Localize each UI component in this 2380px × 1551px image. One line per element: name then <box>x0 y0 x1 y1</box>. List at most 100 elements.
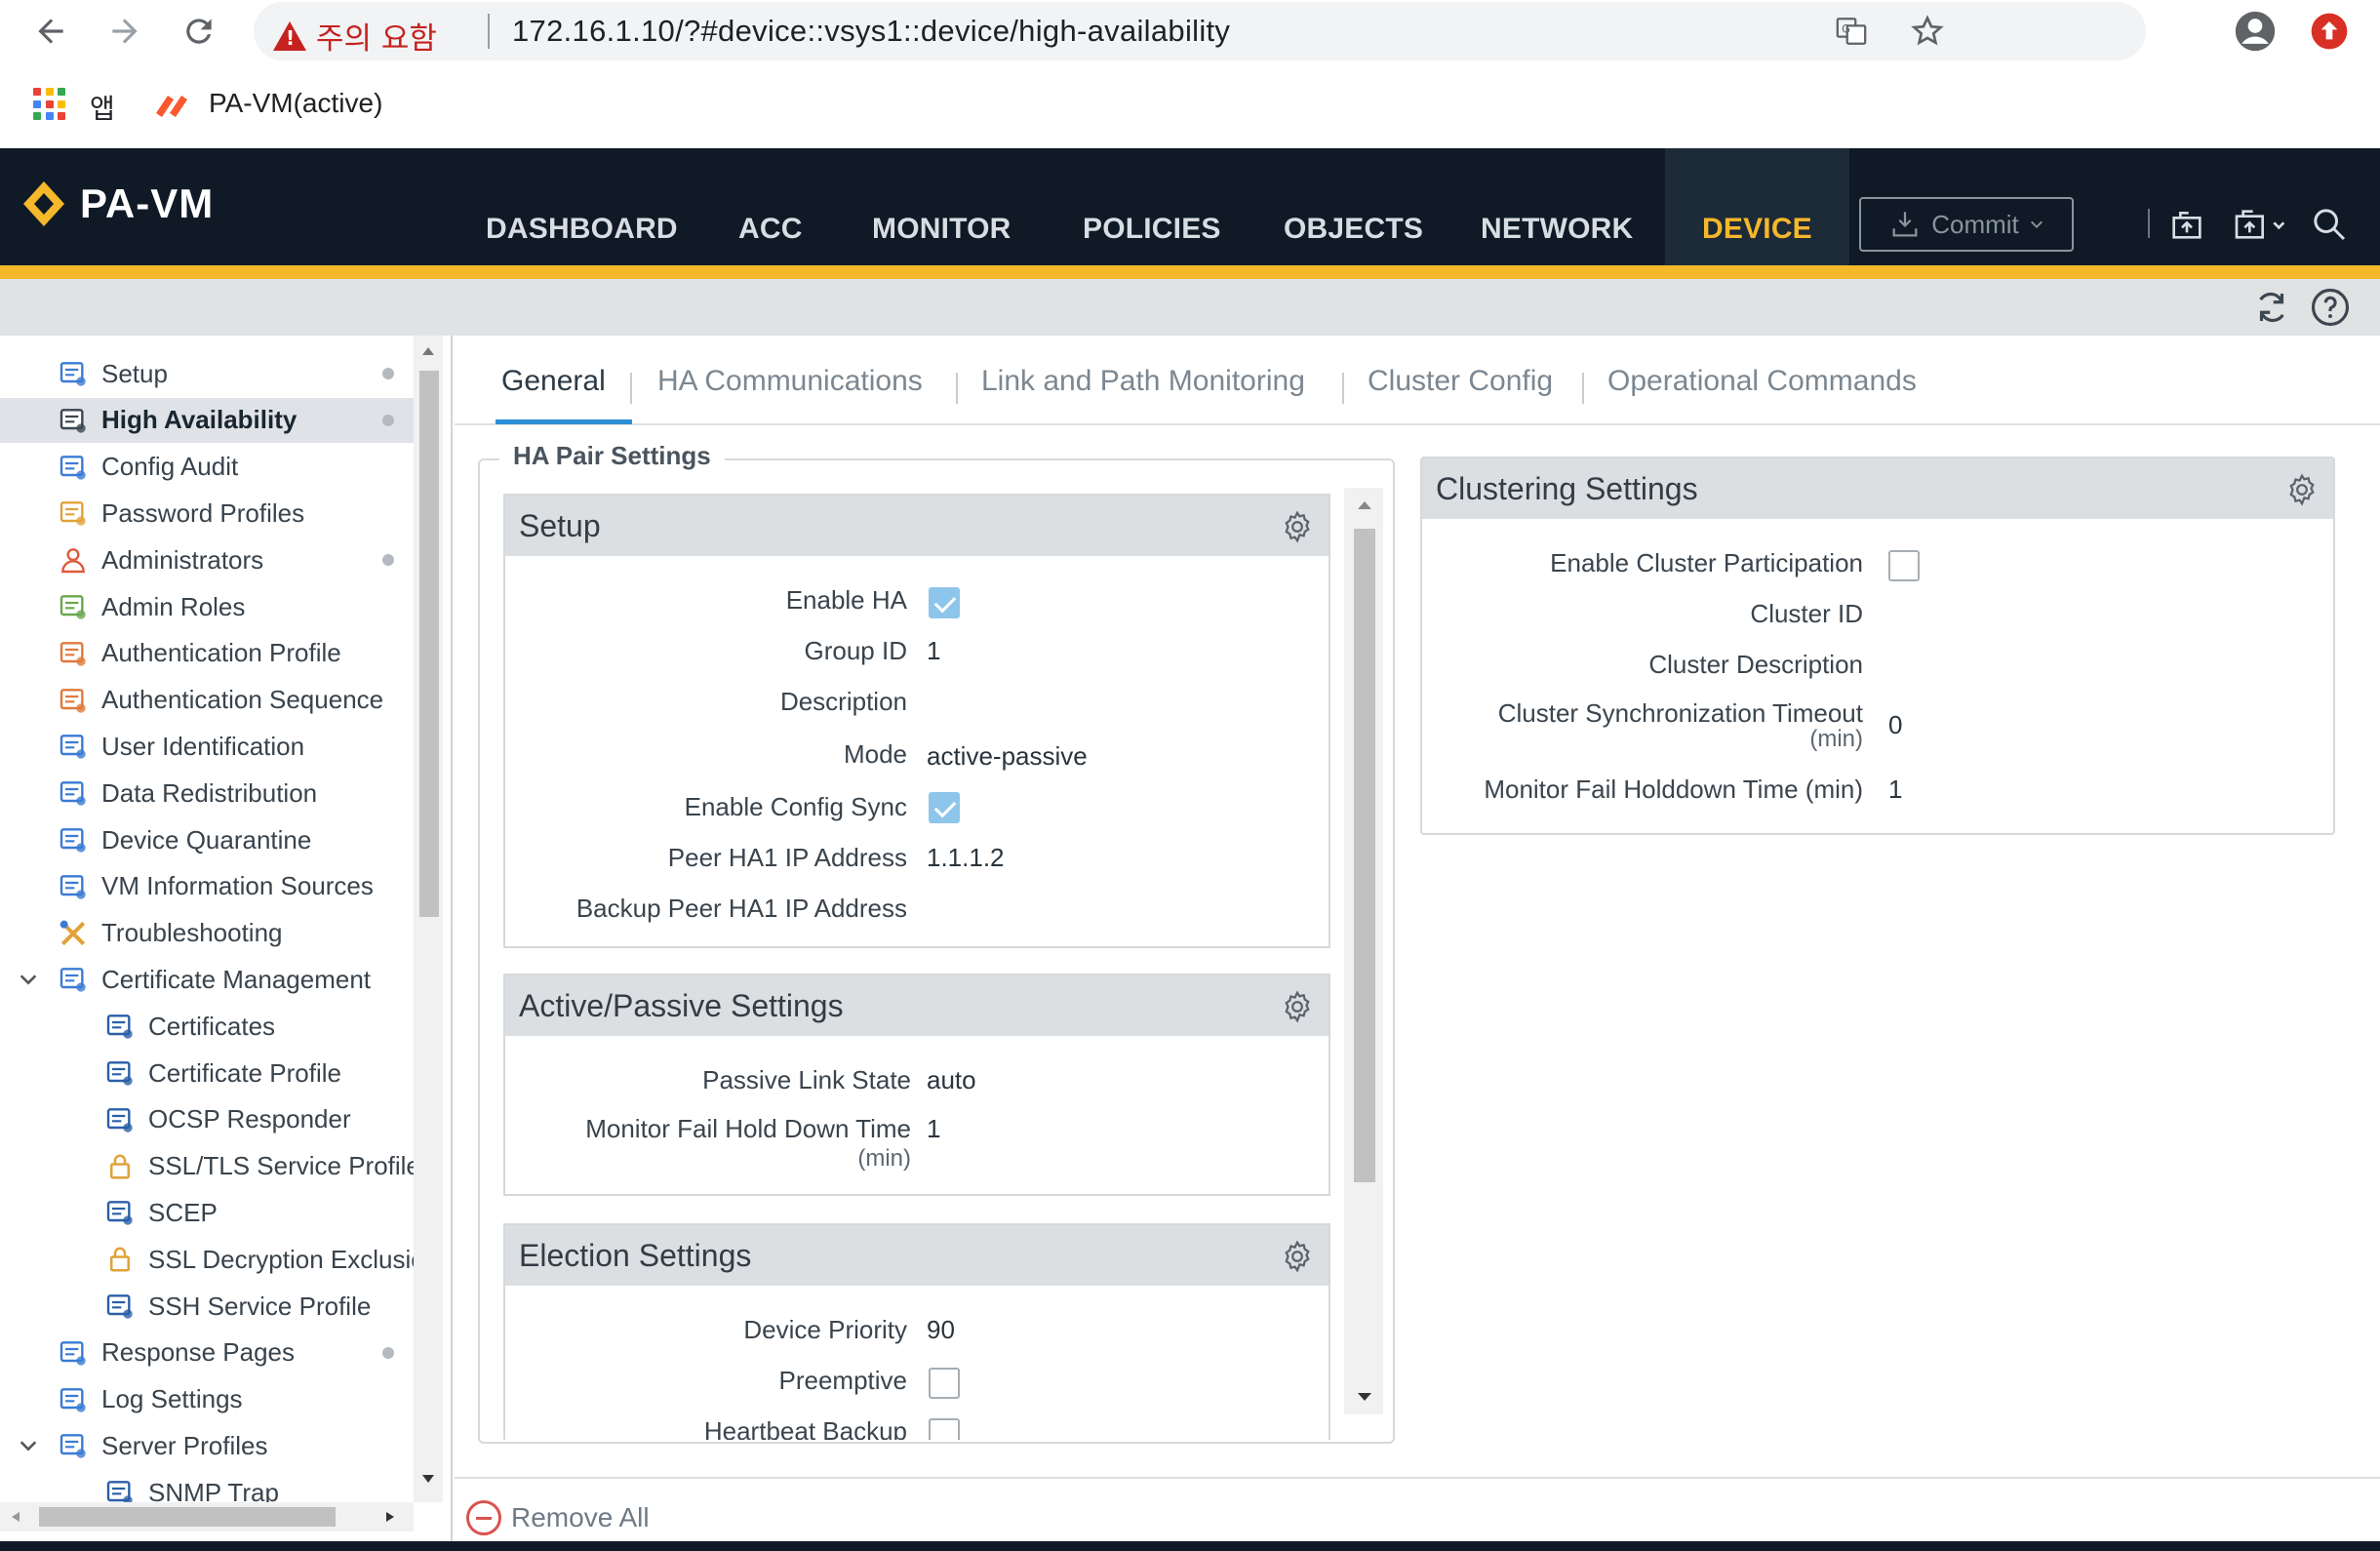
preemptive-checkbox[interactable] <box>929 1368 960 1399</box>
tab-cluster-config[interactable]: Cluster Config <box>1368 365 1553 398</box>
search-icon[interactable] <box>2306 201 2353 248</box>
sidebar-item-log-settings[interactable]: Log Settings <box>0 1377 414 1422</box>
chevron-down-icon[interactable] <box>18 1435 39 1456</box>
config-lock-icon[interactable] <box>2163 201 2210 248</box>
sidebar-item-label: VM Information Sources <box>101 871 374 901</box>
gear-icon[interactable] <box>2284 472 2320 507</box>
svg-text:G: G <box>1842 21 1850 35</box>
forward-icon[interactable] <box>101 8 148 55</box>
sidebar-scroll-thumb[interactable] <box>419 371 439 917</box>
apps-bookmark-label[interactable]: 앱 <box>90 88 115 127</box>
scep-icon <box>101 1194 139 1231</box>
sidebar-item-authentication-profile[interactable]: Authentication Profile <box>0 631 414 676</box>
sidebar-item-authentication-sequence[interactable]: Authentication Sequence <box>0 678 414 723</box>
sidebar-item-setup[interactable]: Setup <box>0 351 414 396</box>
sidebar-item-certificate-management[interactable]: Certificate Management <box>0 957 414 1002</box>
scroll-right-icon[interactable] <box>384 1510 396 1524</box>
status-dot <box>382 414 394 426</box>
commit-button[interactable]: Commit <box>1859 197 2074 252</box>
ha-pair-scroll-thumb[interactable] <box>1354 529 1375 1182</box>
save-config-icon[interactable] <box>2228 201 2294 248</box>
nav-device[interactable]: DEVICE <box>1665 148 1849 265</box>
certificate-icon <box>101 1054 139 1092</box>
profile-avatar-icon[interactable] <box>2232 8 2279 55</box>
scroll-up-icon[interactable] <box>420 345 436 357</box>
heartbeat-backup-label: Heartbeat Backup <box>703 1416 907 1440</box>
sidebar-item-ocsp-responder[interactable]: OCSP Responder <box>0 1097 414 1142</box>
reload-icon[interactable] <box>176 8 222 55</box>
sidebar-item-high-availability[interactable]: High Availability <box>0 397 414 443</box>
update-icon[interactable] <box>2306 8 2353 55</box>
sidebar-item-scep[interactable]: SCEP <box>0 1190 414 1235</box>
cluster-id-label: Cluster ID <box>1750 599 1863 628</box>
warning-icon <box>273 20 306 51</box>
scroll-left-icon[interactable] <box>10 1510 21 1524</box>
gear-icon[interactable] <box>1280 509 1315 544</box>
sidebar-item-label: Server Profiles <box>101 1430 268 1460</box>
sidebar-item-device-quarantine[interactable]: Device Quarantine <box>0 817 414 862</box>
pa-vm-logo[interactable]: PA-VM <box>21 179 214 228</box>
translate-icon[interactable]: G <box>1828 8 1875 55</box>
refresh-icon[interactable] <box>2251 287 2292 328</box>
log-settings-icon <box>55 1381 92 1418</box>
tab-operational-commands[interactable]: Operational Commands <box>1607 365 1917 398</box>
sidebar-item-ssl-tls-service-profile[interactable]: SSL/TLS Service Profile <box>0 1144 420 1189</box>
sidebar-item-password-profiles[interactable]: Password Profiles <box>0 491 414 536</box>
logo-mark-icon <box>21 179 66 228</box>
enable-ha-checkbox[interactable] <box>929 587 960 618</box>
sidebar-item-config-audit[interactable]: Config Audit <box>0 445 414 490</box>
sidebar-item-label: SSL Decryption Exclusic <box>148 1244 424 1274</box>
sidebar-item-response-pages[interactable]: Response Pages <box>0 1331 414 1375</box>
tab-link-path-monitoring[interactable]: Link and Path Monitoring <box>981 365 1305 398</box>
remove-all-button[interactable]: Remove All <box>466 1500 650 1535</box>
back-icon[interactable] <box>27 8 74 55</box>
sidebar-horizontal-scrollbar[interactable] <box>0 1502 414 1531</box>
vm-information-sources-icon <box>55 868 92 905</box>
chevron-down-icon <box>2030 220 2043 228</box>
config-sync-checkbox[interactable] <box>929 792 960 823</box>
data-redistribution-icon <box>55 775 92 812</box>
help-icon[interactable] <box>2310 287 2351 328</box>
sidebar-item-vm-information-sources[interactable]: VM Information Sources <box>0 864 414 909</box>
url-text[interactable]: 172.16.1.10/?#device::vsys1::device/high… <box>512 14 1230 49</box>
nav-acc[interactable]: ACC <box>738 148 803 265</box>
hold-down-value: 1 <box>927 1114 941 1143</box>
bookmark-star-icon[interactable] <box>1904 8 1951 55</box>
chevron-down-icon[interactable] <box>18 969 39 990</box>
scroll-down-icon[interactable] <box>420 1473 436 1485</box>
gear-icon[interactable] <box>1280 1239 1315 1274</box>
sidebar-item-user-identification[interactable]: User Identification <box>0 724 414 769</box>
address-bar[interactable]: 주의 요함 172.16.1.10/?#device::vsys1::devic… <box>254 2 2146 60</box>
nav-objects[interactable]: OBJECTS <box>1284 148 1423 265</box>
scroll-up-icon[interactable] <box>1356 499 1373 511</box>
sidebar-item-certificate-profile[interactable]: Certificate Profile <box>0 1051 414 1095</box>
nav-dashboard[interactable]: DASHBOARD <box>486 148 678 265</box>
tab-ha-communications[interactable]: HA Communications <box>657 365 923 398</box>
ha-pair-scrollbar[interactable] <box>1344 488 1383 1414</box>
apps-grid-icon[interactable] <box>33 88 66 121</box>
sidebar-item-admin-roles[interactable]: Admin Roles <box>0 584 414 629</box>
active-passive-panel: Active/Passive Settings Passive Link Sta… <box>503 974 1330 1196</box>
gear-icon[interactable] <box>1280 989 1315 1024</box>
nav-policies[interactable]: POLICIES <box>1083 148 1221 265</box>
cluster-participation-checkbox[interactable] <box>1888 550 1920 581</box>
sidebar-item-troubleshooting[interactable]: Troubleshooting <box>0 911 414 956</box>
holddown-label: Monitor Fail Holddown Time (min) <box>1484 775 1863 804</box>
heartbeat-backup-checkbox[interactable] <box>929 1418 960 1440</box>
sidebar-item-ssh-service-profile[interactable]: SSH Service Profile <box>0 1284 414 1329</box>
sidebar-item-ssl-decryption-exclusic[interactable]: SSL Decryption Exclusic <box>0 1237 423 1282</box>
tab-general[interactable]: General <box>501 365 606 398</box>
nav-monitor[interactable]: MONITOR <box>872 148 1012 265</box>
security-warning[interactable]: 주의 요함 <box>273 14 437 58</box>
sidebar-vertical-scrollbar[interactable] <box>414 336 443 1502</box>
sidebar-item-administrators[interactable]: Administrators <box>0 537 414 582</box>
sidebar-hscroll-thumb[interactable] <box>39 1507 336 1527</box>
pa-vm-bookmark[interactable]: PA-VM(active) <box>209 88 382 119</box>
sidebar-item-certificates[interactable]: Certificates <box>0 1004 414 1049</box>
sidebar-item-server-profiles[interactable]: Server Profiles <box>0 1423 414 1468</box>
nav-network[interactable]: NETWORK <box>1481 148 1633 265</box>
scroll-down-icon[interactable] <box>1356 1391 1373 1403</box>
cluster-participation-label: Enable Cluster Participation <box>1550 548 1863 577</box>
sidebar-item-data-redistribution[interactable]: Data Redistribution <box>0 771 414 815</box>
footer-bar: Remove All <box>455 1477 2380 1551</box>
